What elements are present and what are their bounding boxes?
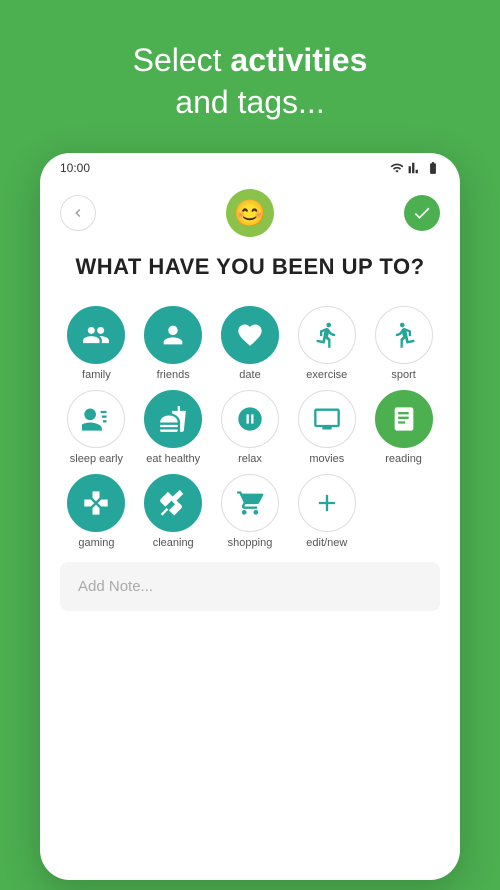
signal-icon xyxy=(408,161,422,175)
activities-grid: family friends date xyxy=(60,306,440,551)
activity-date[interactable]: date xyxy=(214,306,287,382)
reading-icon xyxy=(390,405,418,433)
phone-content: 😊 WHAT HAVE YOU BEEN UP TO? family xyxy=(40,179,460,631)
shopping-icon-circle xyxy=(221,474,279,532)
activity-reading[interactable]: reading xyxy=(367,390,440,466)
sport-icon-circle xyxy=(375,306,433,364)
sport-icon xyxy=(390,321,418,349)
friends-icon xyxy=(159,321,187,349)
relax-icon-circle xyxy=(221,390,279,448)
activity-eat-healthy[interactable]: eat healthy xyxy=(137,390,210,466)
activity-gaming[interactable]: gaming xyxy=(60,474,133,550)
gaming-icon-circle xyxy=(67,474,125,532)
sport-label: sport xyxy=(391,369,415,382)
header: Select activities and tags... xyxy=(113,0,388,153)
cleaning-icon-circle xyxy=(144,474,202,532)
activity-sleep-early[interactable]: sleep early xyxy=(60,390,133,466)
status-icons xyxy=(390,161,440,175)
friends-icon-circle xyxy=(144,306,202,364)
add-note-input[interactable]: Add Note... xyxy=(60,562,440,611)
family-icon xyxy=(82,321,110,349)
plus-icon xyxy=(313,489,341,517)
exercise-icon-circle xyxy=(298,306,356,364)
activity-movies[interactable]: movies xyxy=(290,390,363,466)
cleaning-label: cleaning xyxy=(153,537,194,550)
edit-new-icon-circle xyxy=(298,474,356,532)
relax-label: relax xyxy=(238,453,262,466)
eat-healthy-icon xyxy=(159,405,187,433)
activity-edit-new[interactable]: edit/new xyxy=(290,474,363,550)
sleep-icon-circle xyxy=(67,390,125,448)
reading-label: reading xyxy=(385,453,422,466)
exercise-label: exercise xyxy=(306,369,347,382)
movies-label: movies xyxy=(309,453,344,466)
check-icon xyxy=(412,203,432,223)
back-icon xyxy=(70,205,86,221)
date-icon xyxy=(236,321,264,349)
sleep-icon xyxy=(82,405,110,433)
wifi-icon xyxy=(390,161,404,175)
gaming-label: gaming xyxy=(78,537,114,550)
phone-frame: 10:00 😊 xyxy=(40,153,460,880)
time: 10:00 xyxy=(60,161,90,175)
movies-icon xyxy=(313,405,341,433)
family-label: family xyxy=(82,369,111,382)
reading-icon-circle xyxy=(375,390,433,448)
activity-relax[interactable]: relax xyxy=(214,390,287,466)
back-button[interactable] xyxy=(60,195,96,231)
activity-family[interactable]: family xyxy=(60,306,133,382)
exercise-icon xyxy=(313,321,341,349)
status-bar: 10:00 xyxy=(40,153,460,179)
shopping-label: shopping xyxy=(228,537,273,550)
date-icon-circle xyxy=(221,306,279,364)
activity-shopping[interactable]: shopping xyxy=(214,474,287,550)
gaming-icon xyxy=(82,489,110,517)
activity-cleaning[interactable]: cleaning xyxy=(137,474,210,550)
friends-label: friends xyxy=(157,369,190,382)
header-title: Select activities and tags... xyxy=(133,40,368,123)
eat-healthy-icon-circle xyxy=(144,390,202,448)
date-label: date xyxy=(239,369,260,382)
activity-friends[interactable]: friends xyxy=(137,306,210,382)
relax-icon xyxy=(236,405,264,433)
activity-sport[interactable]: sport xyxy=(367,306,440,382)
eat-healthy-label: eat healthy xyxy=(146,453,200,466)
mood-emoji: 😊 xyxy=(226,189,274,237)
family-icon-circle xyxy=(67,306,125,364)
battery-icon xyxy=(426,161,440,175)
top-bar: 😊 xyxy=(60,179,440,253)
cleaning-icon xyxy=(159,489,187,517)
movies-icon-circle xyxy=(298,390,356,448)
add-note-placeholder: Add Note... xyxy=(78,578,153,595)
sleep-label: sleep early xyxy=(70,453,123,466)
confirm-button[interactable] xyxy=(404,195,440,231)
edit-new-label: edit/new xyxy=(306,537,347,550)
shopping-icon xyxy=(236,489,264,517)
question-text: WHAT HAVE YOU BEEN UP TO? xyxy=(60,253,440,282)
activity-exercise[interactable]: exercise xyxy=(290,306,363,382)
